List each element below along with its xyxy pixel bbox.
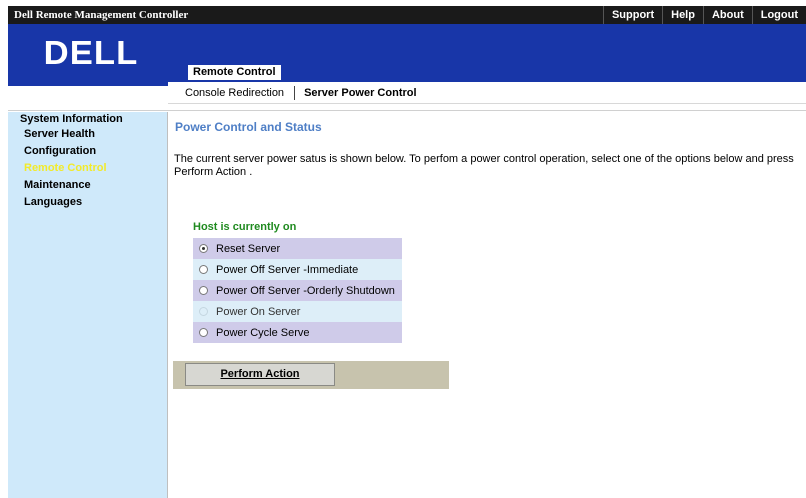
- sidebar-item-server-health[interactable]: Server Health: [8, 126, 168, 143]
- tab-remote-control[interactable]: Remote Control: [188, 65, 281, 80]
- option-reset-server[interactable]: Reset Server: [193, 238, 402, 259]
- radio-button[interactable]: [199, 328, 208, 337]
- sidebar-item-system-information[interactable]: System Information: [8, 113, 168, 126]
- power-options: Reset Server Power Off Server -Immediate…: [193, 238, 402, 343]
- dell-logo: DELL: [44, 36, 139, 70]
- option-label: Reset Server: [216, 242, 281, 255]
- option-power-on-server[interactable]: Power On Server: [193, 301, 402, 322]
- option-power-off-immediate[interactable]: Power Off Server -Immediate: [193, 259, 402, 280]
- perform-action-button[interactable]: Perform Action: [185, 363, 335, 386]
- option-label: Power On Server: [216, 305, 301, 318]
- sidebar-item-remote-control[interactable]: Remote Control: [8, 160, 168, 177]
- title-bar: Dell Remote Management Controller Suppor…: [8, 6, 806, 24]
- main-content: Power Control and Status The current ser…: [168, 112, 806, 498]
- page-title: Power Control and Status: [175, 120, 322, 134]
- radio-button[interactable]: [199, 286, 208, 295]
- host-status-text: Host is currently on: [193, 221, 297, 233]
- sidebar: System Information Server Health Configu…: [8, 112, 168, 498]
- divider: [8, 110, 806, 111]
- radio-button[interactable]: [199, 265, 208, 274]
- tab-console-redirection[interactable]: Console Redirection: [168, 87, 294, 99]
- description-text: The current server power satus is shown …: [174, 153, 794, 178]
- radio-button[interactable]: [199, 307, 208, 316]
- option-label: Power Cycle Serve: [216, 326, 310, 339]
- dell-logo-text: DELL: [44, 36, 139, 70]
- sidebar-item-languages[interactable]: Languages: [8, 194, 168, 211]
- action-bar: Perform Action: [173, 361, 449, 389]
- top-links: Support Help About Logout: [602, 6, 806, 24]
- support-link[interactable]: Support: [602, 6, 662, 24]
- option-label: Power Off Server -Orderly Shutdown: [216, 284, 395, 297]
- app-title: Dell Remote Management Controller: [14, 9, 189, 21]
- tab-server-power-control[interactable]: Server Power Control: [295, 87, 426, 99]
- header-banner: DELL Remote Control: [8, 24, 806, 86]
- sidebar-item-configuration[interactable]: Configuration: [8, 143, 168, 160]
- option-power-cycle-server[interactable]: Power Cycle Serve: [193, 322, 402, 343]
- option-label: Power Off Server -Immediate: [216, 263, 359, 276]
- radio-button[interactable]: [199, 244, 208, 253]
- logout-link[interactable]: Logout: [751, 6, 806, 24]
- about-link[interactable]: About: [702, 6, 752, 24]
- option-power-off-orderly[interactable]: Power Off Server -Orderly Shutdown: [193, 280, 402, 301]
- sub-navigation: Console Redirection Server Power Control: [168, 82, 806, 104]
- sidebar-item-maintenance[interactable]: Maintenance: [8, 177, 168, 194]
- help-link[interactable]: Help: [662, 6, 703, 24]
